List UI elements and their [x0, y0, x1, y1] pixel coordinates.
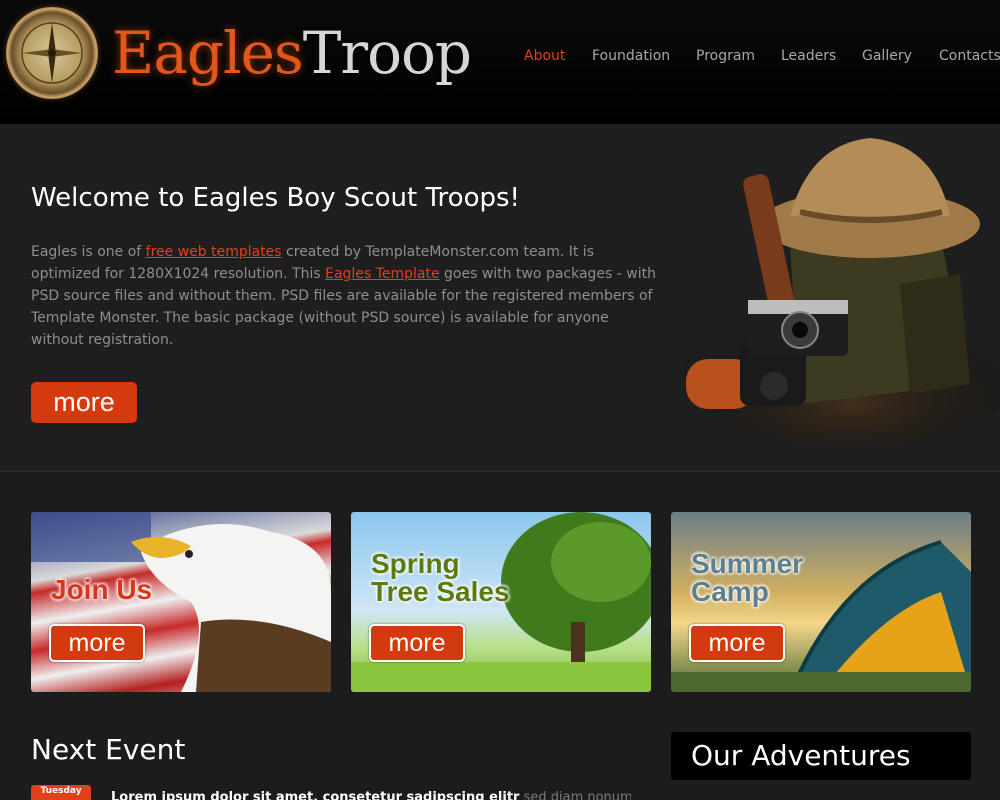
hero-more-button[interactable]: more [31, 382, 137, 423]
nav-about[interactable]: About [524, 46, 565, 66]
eagles-template-link[interactable]: Eagles Template [325, 266, 439, 282]
main-nav: About Foundation Program Leaders Gallery… [0, 46, 1000, 66]
nav-foundation[interactable]: Foundation [592, 46, 670, 66]
nav-contacts[interactable]: Contacts [939, 46, 1000, 66]
spring-tree-sales-tile[interactable]: Spring Tree Sales more [351, 512, 651, 692]
scout-gear-image [680, 138, 1000, 444]
hero-title: Welcome to Eagles Boy Scout Troops! [31, 183, 520, 213]
join-us-more-button[interactable]: more [49, 624, 145, 662]
summer-camp-more-button[interactable]: more [689, 624, 785, 662]
header: EaglesTroop About Foundation Program Lea… [0, 0, 1000, 124]
nav-leaders[interactable]: Leaders [781, 46, 836, 66]
spring-tree-sales-more-button[interactable]: more [369, 624, 465, 662]
free-web-templates-link[interactable]: free web templates [146, 244, 282, 260]
event-text-main: Lorem ipsum dolor sit amet, consetetur s… [111, 790, 520, 800]
hero-text-part-1: Eagles is one of [31, 244, 146, 260]
hero-text: Eagles is one of free web templates crea… [31, 241, 663, 351]
nav-gallery[interactable]: Gallery [862, 46, 912, 66]
event-description[interactable]: Lorem ipsum dolor sit amet, consetetur s… [111, 788, 631, 800]
hero-section: Welcome to Eagles Boy Scout Troops! Eagl… [0, 124, 1000, 472]
our-adventures-box: Our Adventures [671, 732, 971, 780]
join-us-tile[interactable]: Join Us more [31, 512, 331, 692]
tile-title-join-us: Join Us [51, 574, 153, 605]
tile-title-spring-tree-sales: Spring Tree Sales [371, 548, 510, 607]
tile-title-summer-camp: Summer Camp [691, 548, 804, 607]
next-event-heading: Next Event [31, 733, 186, 766]
nav-program[interactable]: Program [696, 46, 755, 66]
our-adventures-heading: Our Adventures [691, 739, 911, 772]
summer-camp-tile[interactable]: Summer Camp more [671, 512, 971, 692]
calendar-day-label: Tuesday [40, 786, 82, 796]
calendar-icon: Tuesday [31, 785, 91, 800]
event-text-dim: sed diam nonumy [519, 790, 631, 800]
